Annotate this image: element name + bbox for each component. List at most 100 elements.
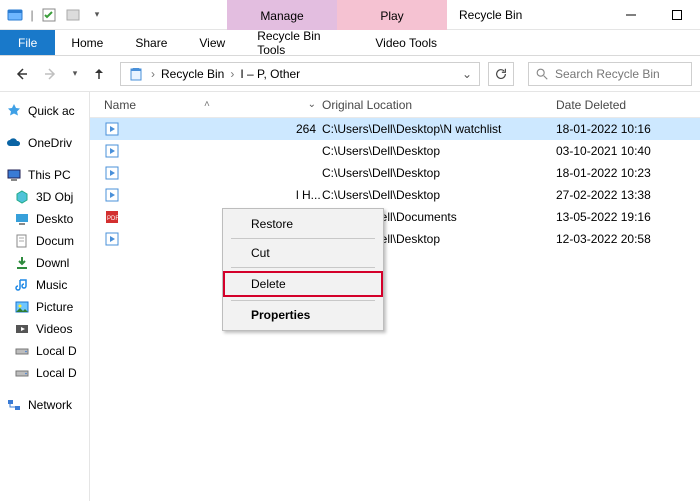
sidebar-item-label: Videos: [36, 322, 72, 336]
sidebar-item-label: OneDriv: [28, 136, 72, 150]
sidebar-item-label: Network: [28, 398, 72, 412]
sidebar-item[interactable]: 3D Obj: [6, 186, 89, 208]
star-icon: [6, 103, 22, 119]
sidebar-item-onedrive[interactable]: OneDriv: [6, 132, 89, 154]
file-icon: [104, 165, 120, 181]
file-original-location: C:\Users\Dell\Desktop: [322, 144, 556, 158]
minimize-button[interactable]: [608, 0, 654, 29]
svg-text:PDF: PDF: [107, 216, 119, 222]
forward-button[interactable]: [38, 61, 64, 87]
navigation-pane: Quick ac OneDriv This PC 3D Obj Deskto Doc…: [0, 92, 90, 501]
up-button[interactable]: [86, 61, 112, 87]
sidebar-item[interactable]: Picture: [6, 296, 89, 318]
sidebar-item[interactable]: Local D: [6, 362, 89, 384]
sidebar-item-label: Downl: [36, 256, 69, 270]
column-filter-icon[interactable]: ⌄: [308, 99, 316, 110]
column-headers: Name ˄ ⌄ Original Location Date Deleted: [90, 92, 700, 118]
sidebar-item-label: Local D: [36, 344, 77, 358]
menu-separator: [231, 267, 375, 268]
refresh-button[interactable]: [488, 62, 514, 86]
window-title: Recycle Bin: [459, 0, 522, 29]
context-menu-delete[interactable]: Delete: [223, 271, 383, 297]
file-original-location: C:\Users\Dell\Desktop: [322, 188, 556, 202]
quick-access-toolbar: | ▾: [0, 0, 112, 29]
tab-file[interactable]: File: [0, 30, 55, 55]
file-icon: [104, 231, 120, 247]
breadcrumb-recycle-bin[interactable]: Recycle Bin: [155, 63, 230, 85]
column-header-date-deleted[interactable]: Date Deleted: [556, 98, 700, 112]
sidebar-item[interactable]: Videos: [6, 318, 89, 340]
qat-new-folder-icon[interactable]: [62, 4, 84, 26]
folder-icon: [14, 365, 30, 381]
search-icon: [535, 67, 549, 81]
folder-icon: [14, 343, 30, 359]
file-date-deleted: 03-10-2021 10:40: [556, 144, 700, 158]
menu-separator: [231, 300, 375, 301]
sidebar-item[interactable]: Deskto: [6, 208, 89, 230]
file-original-location: C:\Users\Dell\Desktop\N watchlist: [322, 122, 556, 136]
sidebar-item[interactable]: Local D: [6, 340, 89, 362]
column-header-name[interactable]: Name ˄ ⌄: [104, 98, 322, 112]
sidebar-item-label: Docum: [36, 234, 74, 248]
ribbon-tabs: File Home Share View Recycle Bin Tools V…: [0, 30, 700, 56]
file-icon: [104, 143, 120, 159]
file-icon: PDF: [104, 209, 120, 225]
sidebar-item-this-pc[interactable]: This PC: [6, 164, 89, 186]
folder-icon: [14, 255, 30, 271]
address-bar[interactable]: Recycle Bin I – P, Other ⌄: [120, 62, 480, 86]
search-box[interactable]: Search Recycle Bin: [528, 62, 692, 86]
column-header-label: Name: [104, 98, 136, 112]
context-menu-properties[interactable]: Properties: [225, 304, 381, 326]
file-list-pane: Name ˄ ⌄ Original Location Date Deleted …: [90, 92, 700, 501]
sidebar-item-label: Quick ac: [28, 104, 75, 118]
recent-dropdown-button[interactable]: ▾: [68, 61, 82, 87]
file-name: l H...: [296, 188, 321, 202]
table-row[interactable]: l H...C:\Users\Dell\Desktop27-02-2022 13…: [90, 184, 700, 206]
folder-icon: [14, 299, 30, 315]
tab-video-tools[interactable]: Video Tools: [351, 30, 461, 55]
contextual-tab-manage: Manage: [227, 0, 337, 30]
table-row[interactable]: PDForm...C:\Users\Dell\Documents13-05-20…: [90, 206, 700, 228]
folder-icon: [14, 211, 30, 227]
pc-icon: [6, 167, 22, 183]
table-row[interactable]: C:\Users\Dell\Desktop12-03-2022 20:58: [90, 228, 700, 250]
title-bar: | ▾ Manage Play Recycle Bin: [0, 0, 700, 30]
tab-recycle-bin-tools[interactable]: Recycle Bin Tools: [241, 30, 351, 55]
maximize-button[interactable]: [654, 0, 700, 29]
sidebar-item-label: 3D Obj: [36, 190, 73, 204]
table-row[interactable]: 264C:\Users\Dell\Desktop\N watchlist18-0…: [90, 118, 700, 140]
table-row[interactable]: C:\Users\Dell\Desktop18-01-2022 10:23: [90, 162, 700, 184]
column-header-original-location[interactable]: Original Location: [322, 98, 556, 112]
sidebar-item-label: Music: [36, 278, 67, 292]
folder-icon: [14, 277, 30, 293]
sidebar-item[interactable]: Downl: [6, 252, 89, 274]
file-name: 264: [296, 122, 316, 136]
tab-view[interactable]: View: [183, 30, 241, 55]
sidebar-item[interactable]: Music: [6, 274, 89, 296]
sidebar-item-quick-access[interactable]: Quick ac: [6, 100, 89, 122]
folder-icon: [14, 321, 30, 337]
file-date-deleted: 12-03-2022 20:58: [556, 232, 700, 246]
sidebar-item[interactable]: Docum: [6, 230, 89, 252]
sort-ascending-icon: ˄: [204, 99, 210, 110]
tab-share[interactable]: Share: [119, 30, 183, 55]
qat-dropdown-icon[interactable]: ▾: [86, 4, 108, 26]
table-row[interactable]: C:\Users\Dell\Desktop03-10-2021 10:40: [90, 140, 700, 162]
folder-icon: [14, 189, 30, 205]
sidebar-item-network[interactable]: Network: [6, 394, 89, 416]
context-menu-restore[interactable]: Restore: [225, 213, 381, 235]
search-placeholder: Search Recycle Bin: [555, 67, 660, 81]
tab-home[interactable]: Home: [55, 30, 119, 55]
network-icon: [6, 397, 22, 413]
file-rows: 264C:\Users\Dell\Desktop\N watchlist18-0…: [90, 118, 700, 250]
breadcrumb-root[interactable]: [123, 63, 151, 85]
menu-separator: [231, 238, 375, 239]
context-menu-cut[interactable]: Cut: [225, 242, 381, 264]
qat-properties-icon[interactable]: [38, 4, 60, 26]
back-button[interactable]: [8, 61, 34, 87]
window-controls: [608, 0, 700, 29]
address-dropdown-icon[interactable]: ⌄: [457, 67, 477, 81]
breadcrumb-current[interactable]: I – P, Other: [234, 63, 306, 85]
contextual-tab-headers: Manage Play: [227, 0, 447, 29]
sidebar-item-label: Picture: [36, 300, 73, 314]
